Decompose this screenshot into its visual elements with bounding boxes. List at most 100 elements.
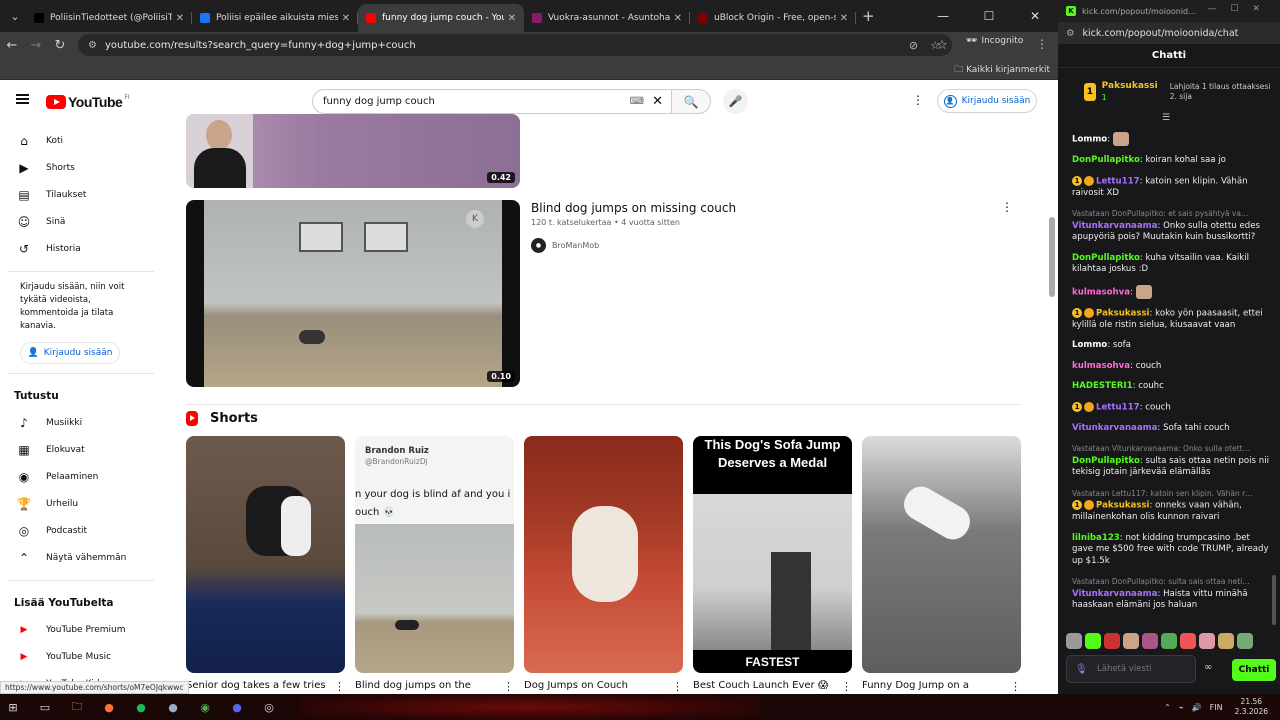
tracking-protection-icon[interactable]: ⊘ xyxy=(909,39,918,52)
emote-icon[interactable] xyxy=(1085,633,1101,649)
chat-tool-icon[interactable]: ∞ xyxy=(1204,662,1220,673)
emote-icon[interactable] xyxy=(1199,633,1215,649)
short-menu-icon[interactable]: ⋮ xyxy=(503,680,514,693)
sidebar-item[interactable]: ▤ Tilaukset xyxy=(0,181,160,208)
keyboard-icon[interactable]: ⌨ xyxy=(630,96,644,107)
sidebar-item[interactable]: ☺ Sinä xyxy=(0,208,160,235)
chat-username[interactable]: Lettu117 xyxy=(1096,402,1140,412)
tab-search-icon[interactable]: ⌄ xyxy=(4,5,26,27)
emote-icon[interactable] xyxy=(1066,633,1082,649)
close-icon[interactable]: ✕ xyxy=(1012,0,1058,32)
short-thumbnail[interactable] xyxy=(524,436,683,673)
chrome-icon[interactable]: ◉ xyxy=(192,697,218,717)
sidebar-item[interactable]: ⌃ Näytä vähemmän xyxy=(0,544,160,571)
tab-close-icon[interactable]: ✕ xyxy=(342,13,350,24)
short-thumbnail[interactable] xyxy=(862,436,1021,673)
search-button[interactable]: 🔍 xyxy=(671,89,711,114)
chat-username[interactable]: Paksukassi xyxy=(1096,501,1150,511)
sidebar-sign-in-button[interactable]: 👤 Kirjaudu sisään xyxy=(20,342,120,364)
chat-username[interactable]: kulmasohva xyxy=(1072,287,1130,297)
url-text[interactable]: youtube.com/results?search_query=funny+d… xyxy=(105,40,909,51)
tab-close-icon[interactable]: ✕ xyxy=(176,13,184,24)
emote-icon[interactable] xyxy=(1142,633,1158,649)
chat-username[interactable]: DonPullapitko xyxy=(1072,155,1140,165)
search-box[interactable]: funny dog jump couch ⌨ ✕ xyxy=(312,89,672,114)
browser-tab[interactable]: funny dog jump couch - YouTu… ✕ xyxy=(358,4,524,32)
browser-tab[interactable]: Vuokra-asunnot - Asuntohaku … ✕ xyxy=(524,4,690,32)
settings-menu-icon[interactable]: ⋮ xyxy=(912,93,924,107)
site-info-icon[interactable]: ⚙ xyxy=(88,40,97,51)
short-menu-icon[interactable]: ⋮ xyxy=(1010,680,1021,693)
tray-volume-icon[interactable]: 🔊 xyxy=(1192,703,1202,712)
sidebar-item[interactable]: ♪ Musiikki xyxy=(0,409,160,436)
maximize-icon[interactable]: ☐ xyxy=(966,0,1012,32)
tray-network-icon[interactable]: ⌁ xyxy=(1179,703,1184,712)
browser-tab[interactable]: Poliisi epäilee aikuista miestä is… ✕ xyxy=(192,4,358,32)
short-title[interactable]: Senior dog takes a few tries xyxy=(186,680,326,691)
video-thumbnail[interactable]: 0.42 xyxy=(186,114,520,188)
chat-username[interactable]: DonPullapitko xyxy=(1072,456,1140,466)
channel-link[interactable]: ● BroManMob xyxy=(531,238,599,253)
kick-window-controls[interactable]: —☐✕ xyxy=(1207,4,1274,14)
short-thumbnail[interactable] xyxy=(186,436,345,673)
short-title[interactable]: Blind dog jumps on the xyxy=(355,680,471,691)
browser-tab[interactable]: PoliisinTiedotteet (@PoliisiTied… ✕ xyxy=(26,4,192,32)
browser-tab[interactable]: uBlock Origin - Free, open-sou… ✕ xyxy=(690,4,856,32)
bookmarks-icon[interactable]: ☆ xyxy=(930,38,954,53)
chat-send-button[interactable]: Chatti xyxy=(1232,659,1276,681)
search-input[interactable]: funny dog jump couch xyxy=(313,96,630,107)
file-explorer-icon[interactable]: 🗀 xyxy=(64,697,90,717)
discord-icon[interactable]: ● xyxy=(224,697,250,717)
obs-icon[interactable]: ◎ xyxy=(256,697,282,717)
sidebar-item[interactable]: ▶ Shorts xyxy=(0,154,160,181)
site-info-icon[interactable]: ⚙ xyxy=(1066,28,1075,39)
keyboard-language[interactable]: FIN xyxy=(1210,703,1223,712)
chat-emote-icon[interactable]: 🎙 xyxy=(1075,664,1089,675)
chat-scrollbar[interactable] xyxy=(1272,575,1276,625)
emote-icon[interactable] xyxy=(1218,633,1234,649)
youtube-logo[interactable]: YouTube FI xyxy=(46,94,130,110)
emote-icon[interactable] xyxy=(1123,633,1139,649)
sidebar-item[interactable]: ▦ Elokuvat xyxy=(0,436,160,463)
short-menu-icon[interactable]: ⋮ xyxy=(334,680,345,693)
sidebar-item[interactable]: ◉ Pelaaminen xyxy=(0,463,160,490)
short-thumbnail[interactable]: This Dog's Sofa Jump Deserves a Medal FA… xyxy=(693,436,852,673)
tab-close-icon[interactable]: ✕ xyxy=(674,13,682,24)
tab-close-icon[interactable]: ✕ xyxy=(508,13,516,24)
short-thumbnail[interactable]: Brandon Ruiz @BrandonRuizDj n your dog i… xyxy=(355,436,514,673)
short-menu-icon[interactable]: ⋮ xyxy=(672,680,683,693)
chat-username[interactable]: HADESTERI1 xyxy=(1072,381,1133,391)
new-tab-button[interactable]: + xyxy=(862,7,875,25)
chat-username[interactable]: kulmasohva xyxy=(1072,361,1130,371)
sidebar-item[interactable]: 🏆 Urheilu xyxy=(0,490,160,517)
chat-username[interactable]: Vitunkarvanaama xyxy=(1072,423,1157,433)
emote-icon[interactable] xyxy=(1180,633,1196,649)
sidebar-item[interactable]: ▶ YouTube Music xyxy=(0,643,160,670)
emote-icon[interactable] xyxy=(1237,633,1253,649)
task-view-icon[interactable]: ▭ xyxy=(32,697,58,717)
chat-username[interactable]: DonPullapitko xyxy=(1072,253,1140,263)
firefox-icon[interactable]: ● xyxy=(96,697,122,717)
chat-username[interactable]: Lettu117 xyxy=(1096,176,1140,186)
gift-prompt[interactable]: Lahjoita 1 tilaus ottaaksesi 2. sija xyxy=(1170,82,1274,102)
spotify-icon[interactable]: ● xyxy=(128,697,154,717)
kick-url[interactable]: kick.com/popout/moioonida/chat xyxy=(1083,28,1239,39)
chat-username[interactable]: Lommo xyxy=(1072,135,1107,145)
short-title[interactable]: Dog Jumps on Couch xyxy=(524,680,628,691)
all-bookmarks-button[interactable]: 🗀 Kaikki kirjanmerkit xyxy=(954,62,1050,78)
clear-search-icon[interactable]: ✕ xyxy=(652,94,663,109)
sidebar-item[interactable]: ⌂ Koti xyxy=(0,127,160,154)
clock[interactable]: 21.56 2.3.2026 xyxy=(1235,697,1268,717)
tab-close-icon[interactable]: ✕ xyxy=(840,13,848,24)
steam-icon[interactable]: ● xyxy=(160,697,186,717)
forward-icon[interactable]: → xyxy=(24,38,48,53)
voice-search-button[interactable]: 🎤 xyxy=(723,89,748,114)
tray-chevron-icon[interactable]: ⌃ xyxy=(1164,703,1171,712)
minimize-icon[interactable]: — xyxy=(920,0,966,32)
chat-username[interactable]: Lommo xyxy=(1072,340,1107,350)
reload-icon[interactable]: ↻ xyxy=(48,38,72,53)
menu-icon[interactable] xyxy=(16,94,29,104)
chat-username[interactable]: Paksukassi xyxy=(1096,308,1150,318)
short-title[interactable]: Funny Dog Jump on a xyxy=(862,680,969,691)
page-scrollbar[interactable] xyxy=(1049,217,1055,297)
